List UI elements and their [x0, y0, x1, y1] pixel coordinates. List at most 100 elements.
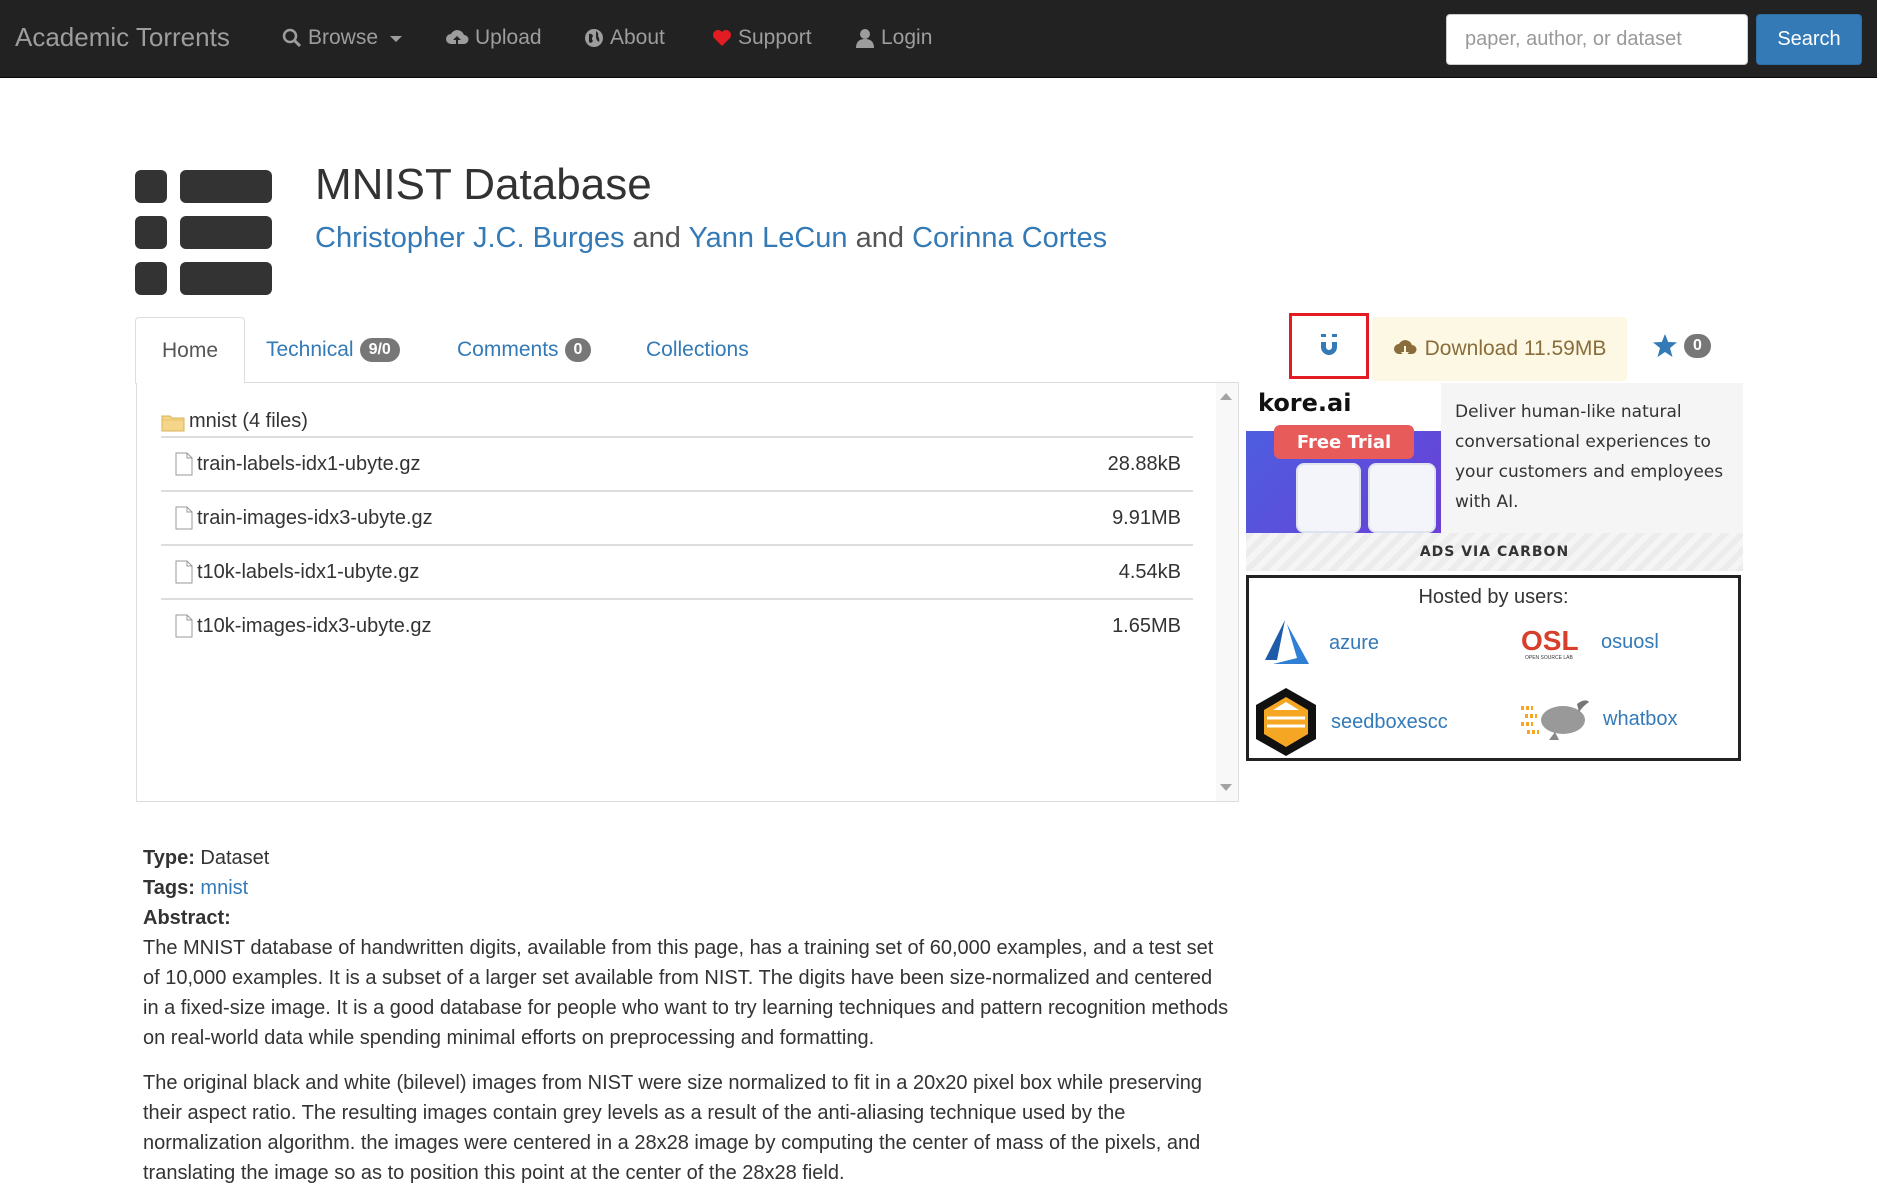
nav-upload-label: Upload	[475, 26, 542, 49]
author-link[interactable]: Yann LeCun	[688, 222, 847, 254]
host-label: seedboxescc	[1331, 710, 1448, 733]
host-azure[interactable]: azure	[1257, 618, 1379, 668]
svg-text:OSL: OSL	[1521, 625, 1579, 656]
whatbox-logo-icon	[1521, 700, 1589, 740]
scroll-up-arrow-icon[interactable]	[1220, 393, 1232, 400]
tab-label: Technical	[266, 338, 354, 361]
azure-logo-icon	[1265, 620, 1309, 664]
heart-icon	[713, 30, 731, 46]
magnet-link-button[interactable]	[1289, 313, 1369, 379]
ad-mockup-phone	[1296, 463, 1361, 533]
search-icon	[282, 28, 302, 48]
file-name: t10k-images-idx3-ubyte.gz	[197, 614, 432, 637]
seedboxescc-logo-icon	[1256, 688, 1316, 756]
star-button[interactable]: 0	[1652, 333, 1711, 358]
tab-label: Comments	[457, 338, 559, 361]
hosted-by-users-box: Hosted by users: azure OSL OPEN SOURCE LA…	[1246, 575, 1741, 761]
nav-login[interactable]: Login	[855, 26, 932, 50]
dataset-list-icon	[135, 170, 272, 295]
ad-text[interactable]: Deliver human-like natural conversationa…	[1455, 397, 1735, 517]
folder-label: mnist (4 files)	[189, 410, 308, 432]
host-whatbox[interactable]: whatbox	[1519, 696, 1678, 742]
hosted-title: Hosted by users:	[1418, 586, 1569, 608]
file-row[interactable]: train-labels-idx1-ubyte.gz 28.88kB	[161, 436, 1193, 490]
user-icon	[856, 29, 874, 48]
brand-link[interactable]: Academic Torrents	[15, 22, 230, 53]
scroll-down-arrow-icon[interactable]	[1220, 784, 1232, 791]
search-input[interactable]	[1446, 14, 1748, 65]
nav-browse[interactable]: Browse	[282, 26, 403, 50]
author-list: Christopher J.C. Burges and Yann LeCun a…	[315, 222, 1107, 255]
file-list-panel: mnist (4 files) train-labels-idx1-ubyte.…	[136, 383, 1239, 802]
dataset-details: Type: Dataset Tags: mnist Abstract: The …	[143, 843, 1233, 1195]
tab-label: Home	[162, 338, 219, 362]
ad-mockup-phone	[1368, 463, 1436, 533]
folder-icon	[161, 415, 185, 431]
abstract-paragraph: The MNIST database of handwritten digits…	[143, 937, 1229, 1049]
nav-support[interactable]: Support	[712, 26, 812, 50]
ad-cta-badge: Free Trial	[1274, 425, 1414, 459]
file-size: 1.65MB	[1112, 614, 1181, 637]
count-badge: 0	[564, 338, 592, 362]
host-label: whatbox	[1603, 707, 1678, 730]
globe-icon	[585, 29, 603, 47]
tab-home[interactable]: Home	[135, 317, 246, 384]
ads-via-carbon-link[interactable]: ADS VIA CARBON	[1246, 533, 1743, 571]
file-name: t10k-labels-idx1-ubyte.gz	[197, 560, 420, 583]
magnet-icon	[1321, 334, 1337, 355]
author-link[interactable]: Christopher J.C. Burges	[315, 222, 624, 254]
download-button[interactable]: Download 11.59MB	[1372, 317, 1627, 381]
nav-about-label: About	[610, 26, 665, 49]
star-count-badge: 0	[1684, 333, 1711, 358]
author-separator: and	[632, 222, 681, 254]
host-osuosl[interactable]: OSL OPEN SOURCE LAB osuosl	[1519, 622, 1659, 662]
host-seedboxescc[interactable]: seedboxescc	[1253, 686, 1448, 758]
nav-browse-label: Browse	[308, 26, 379, 49]
file-icon	[175, 560, 193, 584]
tab-label: Collections	[646, 338, 749, 361]
file-size: 9.91MB	[1112, 506, 1181, 529]
tab-bar: Home Technical 9/0 Comments 0 Collection…	[135, 317, 1239, 384]
nav-support-label: Support	[738, 26, 812, 49]
file-size: 28.88kB	[1107, 452, 1181, 475]
abstract-label: Abstract:	[143, 907, 231, 929]
caret-down-icon	[390, 36, 403, 42]
file-name: train-labels-idx1-ubyte.gz	[197, 452, 421, 475]
file-icon	[175, 614, 193, 638]
carbon-ad[interactable]: kore.ai Free Trial Deliver human-like na…	[1246, 383, 1743, 571]
author-separator: and	[855, 222, 905, 254]
tag-link[interactable]: mnist	[200, 877, 248, 899]
host-label: osuosl	[1601, 630, 1659, 653]
folder-row[interactable]: mnist (4 files)	[161, 410, 308, 433]
tab-comments[interactable]: Comments 0	[431, 317, 617, 383]
file-size: 4.54kB	[1118, 560, 1181, 583]
top-navbar: Academic Torrents Browse Upload About Su…	[0, 0, 1877, 78]
osuosl-logo-icon: OSLOPEN SOURCE LAB	[1521, 625, 1579, 661]
file-row[interactable]: train-images-idx3-ubyte.gz 9.91MB	[161, 490, 1193, 544]
tab-collections[interactable]: Collections	[620, 317, 775, 383]
tags-row: Tags: mnist	[143, 873, 1233, 903]
search-button[interactable]: Search	[1756, 14, 1862, 65]
file-icon	[175, 506, 193, 530]
host-label: azure	[1329, 631, 1380, 654]
type-row: Type: Dataset	[143, 843, 1233, 873]
abstract-paragraph: The original black and white (bilevel) i…	[143, 1072, 1203, 1184]
file-row[interactable]: t10k-labels-idx1-ubyte.gz 4.54kB	[161, 544, 1193, 598]
vertical-scrollbar[interactable]	[1216, 383, 1238, 801]
nav-about[interactable]: About	[584, 26, 665, 50]
file-icon	[175, 452, 193, 476]
type-value: Dataset	[200, 847, 270, 869]
page-title: MNIST Database	[315, 160, 652, 209]
download-label: Download 11.59MB	[1424, 337, 1607, 360]
count-badge: 9/0	[359, 338, 400, 362]
ad-brand-logo: kore.ai	[1258, 389, 1352, 417]
svg-text:OPEN SOURCE LAB: OPEN SOURCE LAB	[1525, 655, 1573, 661]
cloud-upload-icon	[446, 30, 469, 47]
nav-upload[interactable]: Upload	[445, 26, 542, 50]
ad-image[interactable]: kore.ai Free Trial	[1246, 383, 1441, 533]
file-row[interactable]: t10k-images-idx3-ubyte.gz 1.65MB	[161, 598, 1193, 652]
author-link[interactable]: Corinna Cortes	[912, 222, 1107, 254]
file-name: train-images-idx3-ubyte.gz	[197, 506, 433, 529]
tab-technical[interactable]: Technical 9/0	[240, 317, 426, 383]
tags-label: Tags:	[143, 877, 195, 899]
